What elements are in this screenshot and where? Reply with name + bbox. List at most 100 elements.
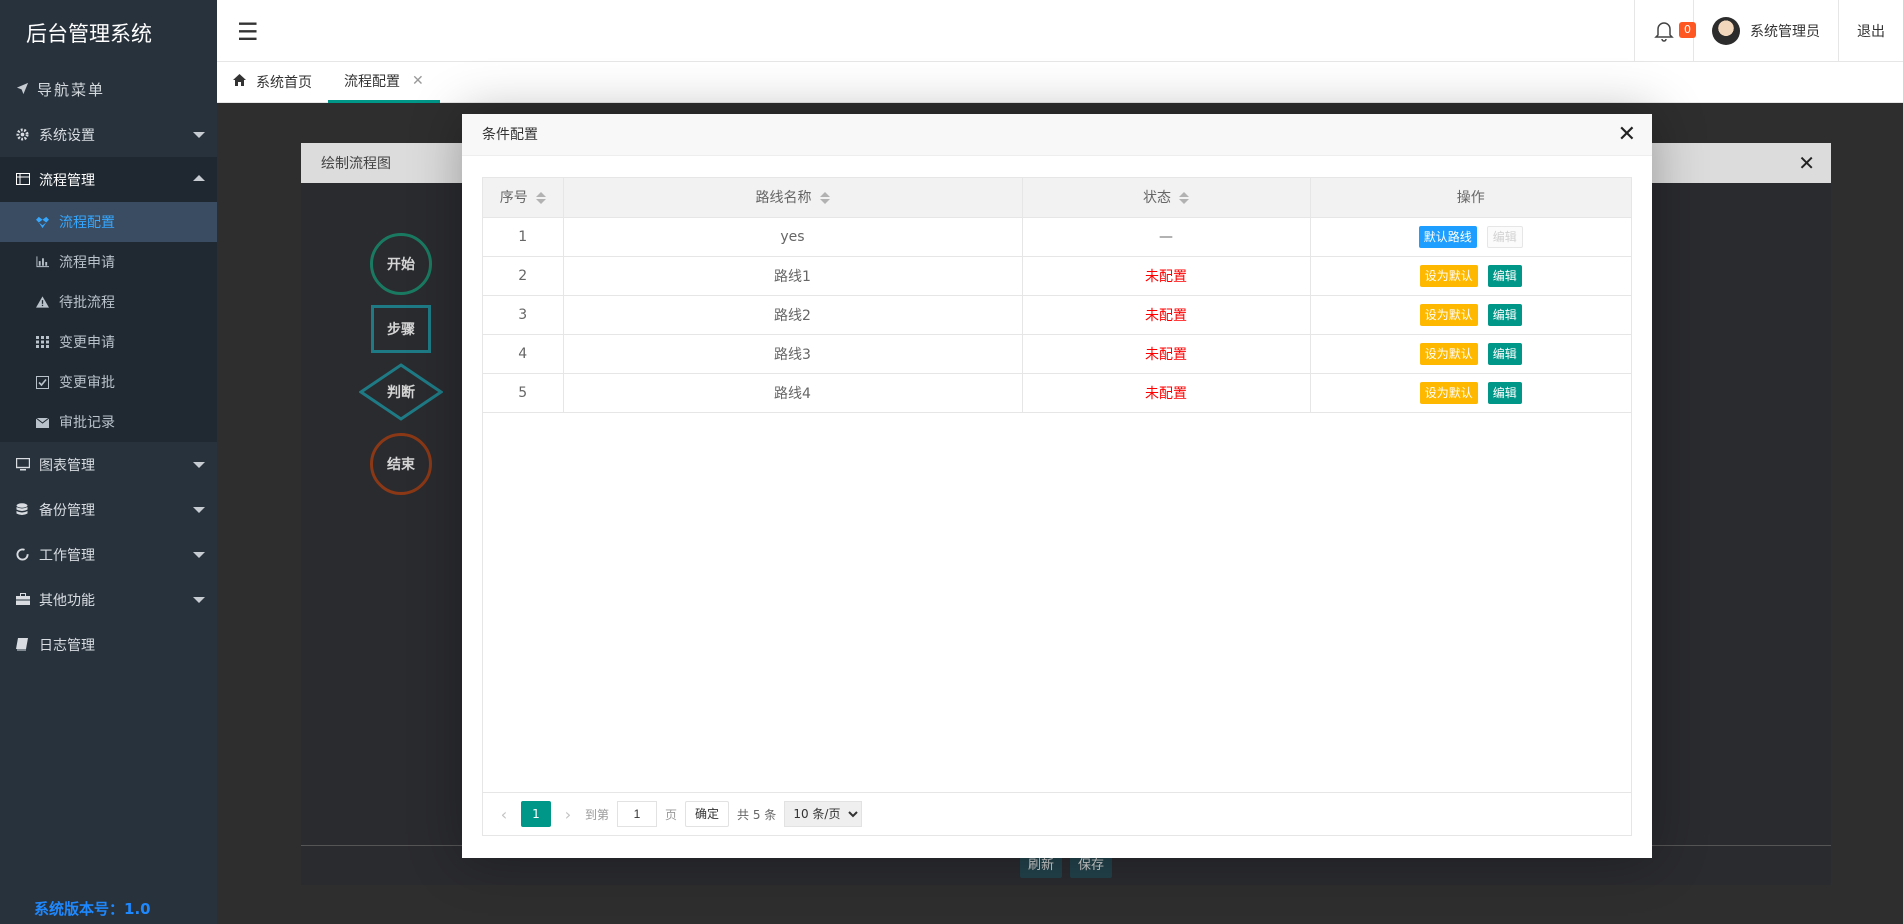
sort-icon[interactable]: [1179, 192, 1189, 205]
cell-route-name: yes: [563, 217, 1023, 257]
column-header-name[interactable]: 路线名称: [563, 178, 1023, 218]
sidebar-item-label: 系统设置: [39, 127, 95, 144]
sidebar-item-label: 工作管理: [39, 547, 95, 564]
close-icon[interactable]: ✕: [1618, 114, 1636, 156]
column-header-no[interactable]: 序号: [483, 178, 564, 218]
cond-dialog-header: 条件配置 ✕: [462, 114, 1652, 156]
cell-no: 2: [483, 256, 564, 296]
submenu-process: 流程配置 流程申请 待批流程 变更申请 变更审批 审批记录: [0, 202, 217, 442]
sidebar: 后台管理系统 导航菜单 系统设置 流程管理 流程配置 流程申请 待批流程 变更申…: [0, 0, 217, 924]
sidebar-item-label: 审批记录: [59, 415, 115, 431]
set-default-button[interactable]: 设为默认: [1419, 342, 1478, 365]
edit-button[interactable]: 编辑: [1487, 381, 1522, 404]
current-page[interactable]: 1: [521, 801, 551, 827]
cell-actions: 设为默认 编辑: [1310, 373, 1631, 413]
set-default-button[interactable]: 设为默认: [1419, 381, 1478, 404]
logout-button[interactable]: 退出: [1838, 0, 1903, 62]
route-table: 序号 路线名称 状态 操作 1 yes — 默认路线 编辑 2 路线1 未配置 设为默认 编辑 3 路…: [482, 177, 1632, 836]
briefcase-icon: [16, 592, 30, 607]
default-route-button[interactable]: 默认路线: [1418, 225, 1477, 248]
sort-icon[interactable]: [535, 192, 546, 205]
circle-notch-icon: [16, 547, 30, 562]
cell-no: 1: [483, 217, 564, 257]
sort-icon[interactable]: [819, 192, 830, 205]
check-square-icon: [36, 375, 49, 389]
cell-route-name: 路线4: [563, 373, 1023, 413]
set-default-button[interactable]: 设为默认: [1419, 264, 1478, 287]
cell-status: 未配置: [1022, 295, 1311, 335]
prev-page-button[interactable]: ‹: [495, 805, 513, 824]
sidebar-item-approval-record[interactable]: 审批记录: [0, 402, 217, 442]
shape-step[interactable]: 步骤: [371, 305, 431, 353]
sidebar-item-chart-management[interactable]: 图表管理: [0, 442, 217, 487]
username: 系统管理员: [1750, 24, 1820, 40]
sidebar-item-log-management[interactable]: 日志管理: [0, 622, 217, 667]
shape-judge[interactable]: 判断: [359, 363, 443, 421]
sidebar-item-work-management[interactable]: 工作管理: [0, 532, 217, 577]
sidebar-item-change-apply[interactable]: 变更申请: [0, 322, 217, 362]
column-header-status[interactable]: 状态: [1022, 178, 1311, 218]
brand-title: 后台管理系统: [26, 22, 152, 46]
gear-icon: [16, 127, 30, 142]
condition-config-dialog: 条件配置 ✕ 序号 路线名称 状态 操作 1 yes — 默认路线 编辑 2 路线1 未配置设…: [462, 114, 1652, 858]
close-icon[interactable]: ✕: [1798, 151, 1815, 175]
table-row: 2 路线1 未配置 设为默认 编辑: [483, 256, 1631, 296]
sidebar-item-backup-management[interactable]: 备份管理: [0, 487, 217, 532]
sidebar-item-label: 待批流程: [59, 295, 115, 311]
tabs-bar: 系统首页 流程配置 ✕: [217, 62, 1903, 103]
close-icon[interactable]: ✕: [412, 73, 424, 89]
sidebar-item-label: 备份管理: [39, 502, 95, 519]
sidebar-item-other-functions[interactable]: 其他功能: [0, 577, 217, 622]
shape-end[interactable]: 结束: [370, 433, 432, 495]
shape-judge-label: 判断: [387, 385, 415, 401]
table-icon: [16, 172, 30, 187]
tab-home[interactable]: 系统首页: [217, 62, 328, 103]
edit-button[interactable]: 编辑: [1487, 303, 1522, 326]
user-menu[interactable]: 系统管理员: [1693, 0, 1838, 62]
shape-start[interactable]: 开始: [370, 233, 432, 295]
cell-actions: 设为默认 编辑: [1310, 295, 1631, 335]
chevron-up-icon: [193, 175, 205, 181]
total-count: 共 5 条: [737, 807, 777, 822]
tab-process-config[interactable]: 流程配置 ✕: [328, 62, 440, 103]
notification-button[interactable]: 0: [1634, 0, 1696, 62]
version-label: 系统版本号：1.0: [34, 900, 151, 918]
pagination: ‹ 1 › 到第 页 确定 共 5 条 10 条/页: [483, 792, 1631, 835]
sidebar-item-pending-process[interactable]: 待批流程: [0, 282, 217, 322]
bell-icon: 0: [1653, 20, 1696, 42]
cell-status: 未配置: [1022, 334, 1311, 374]
sidebar-item-label: 日志管理: [39, 637, 95, 654]
table-row: 5 路线4 未配置 设为默认 编辑: [483, 373, 1631, 413]
sidebar-item-change-approval[interactable]: 变更审批: [0, 362, 217, 402]
page-size-select[interactable]: 10 条/页: [784, 801, 863, 827]
menu-toggle-icon[interactable]: ☰: [237, 18, 259, 46]
edit-button[interactable]: 编辑: [1487, 264, 1522, 287]
home-icon: [233, 74, 246, 90]
navigation-arrow-icon: [16, 68, 29, 112]
edit-button[interactable]: 编辑: [1487, 342, 1522, 365]
next-page-button[interactable]: ›: [559, 805, 577, 824]
sidebar-item-system-settings[interactable]: 系统设置: [0, 112, 217, 157]
chevron-down-icon: [193, 597, 205, 603]
page-label: 页: [665, 807, 678, 822]
sidebar-item-process-management[interactable]: 流程管理: [0, 157, 217, 202]
topbar: ☰ 0 系统管理员 退出: [217, 0, 1903, 62]
table-row: 3 路线2 未配置 设为默认 编辑: [483, 295, 1631, 335]
grid-icon: [36, 335, 49, 349]
sidebar-item-process-apply[interactable]: 流程申请: [0, 242, 217, 282]
set-default-button[interactable]: 设为默认: [1419, 303, 1478, 326]
goto-page-input[interactable]: [617, 801, 658, 827]
envelope-icon: [35, 416, 50, 429]
avatar: [1712, 17, 1740, 45]
dropbox-icon: [36, 216, 49, 229]
flow-dialog-title: 绘制流程图: [321, 156, 391, 172]
sidebar-item-label: 流程管理: [39, 172, 95, 189]
goto-confirm-button[interactable]: 确定: [685, 801, 730, 827]
notification-badge: 0: [1679, 22, 1696, 38]
cond-dialog-title: 条件配置: [482, 127, 538, 143]
sidebar-item-process-config[interactable]: 流程配置: [0, 202, 217, 242]
cell-actions: 设为默认 编辑: [1310, 334, 1631, 374]
cell-actions: 默认路线 编辑: [1310, 217, 1631, 257]
sidebar-item-label: 变更审批: [59, 375, 115, 391]
table-row: 4 路线3 未配置 设为默认 编辑: [483, 334, 1631, 374]
